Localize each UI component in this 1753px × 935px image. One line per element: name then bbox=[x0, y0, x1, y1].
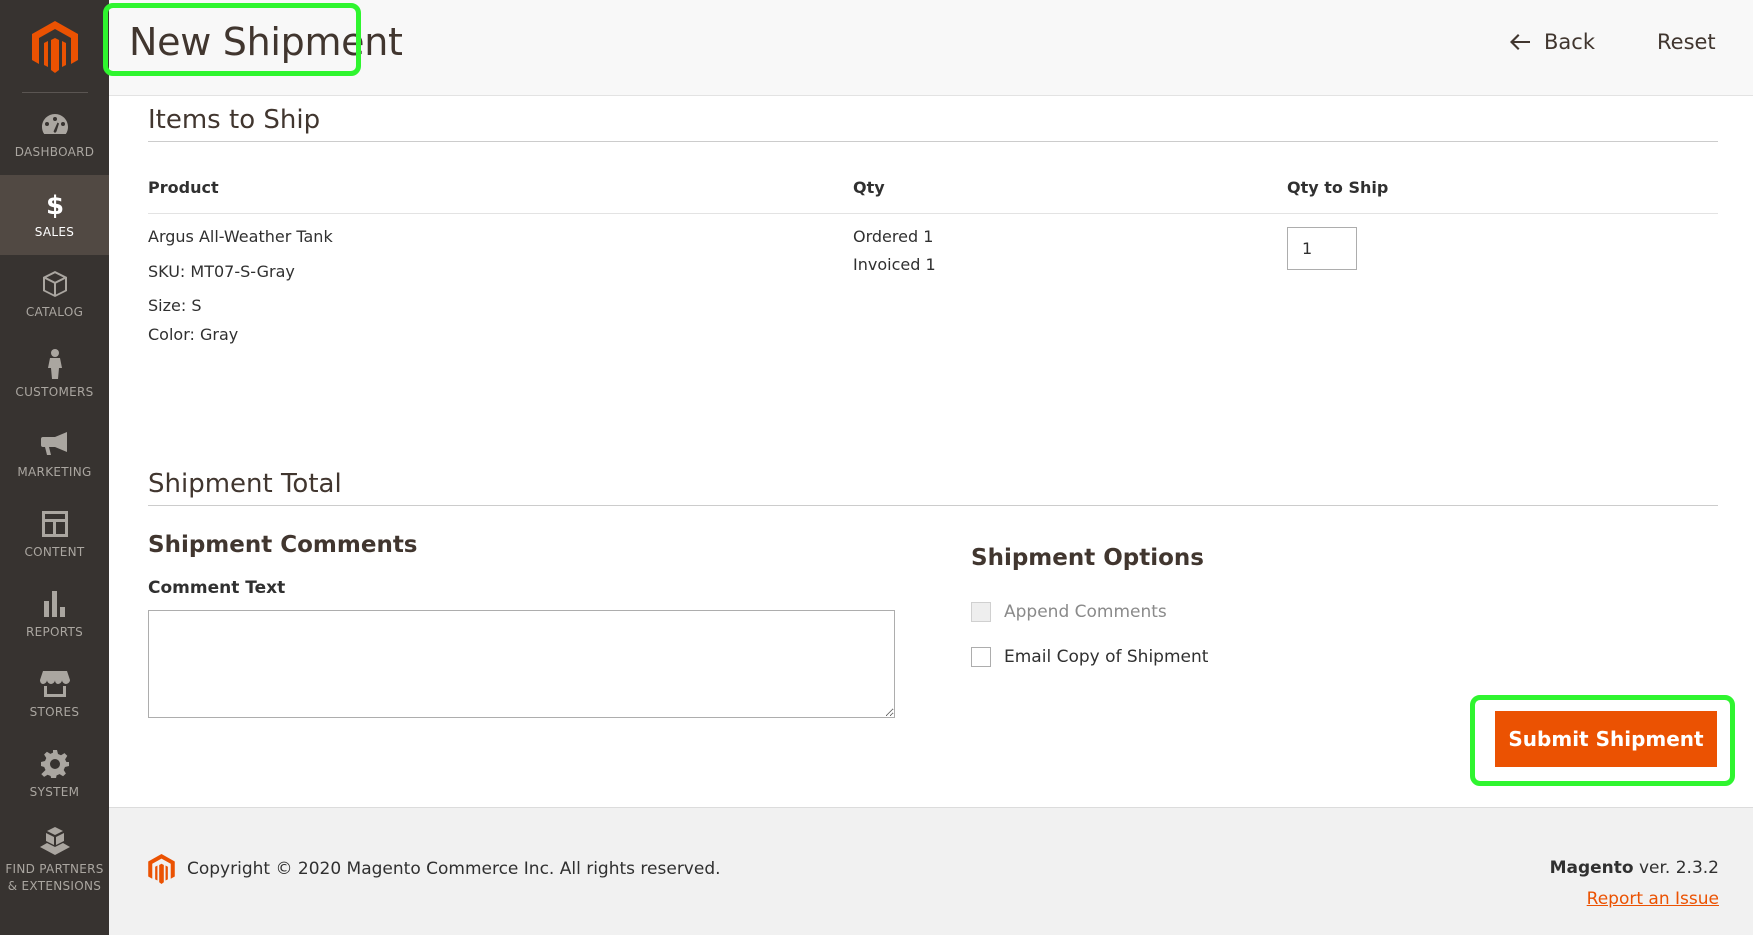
sidebar-item-content[interactable]: CONTENT bbox=[0, 495, 109, 575]
append-comments-checkbox bbox=[971, 602, 991, 622]
sidebar-item-label: CONTENT bbox=[24, 545, 85, 559]
sidebar-item-sales[interactable]: $ SALES bbox=[0, 175, 109, 255]
sidebar-item-dashboard[interactable]: DASHBOARD bbox=[0, 95, 109, 175]
sidebar-item-partners[interactable]: FIND PARTNERS & EXTENSIONS bbox=[0, 815, 109, 905]
version-info: Magento ver. 2.3.2 bbox=[1550, 858, 1719, 878]
sidebar-item-label: CUSTOMERS bbox=[15, 385, 94, 399]
report-issue-link[interactable]: Report an Issue bbox=[1587, 889, 1719, 909]
sidebar-item-label: SALES bbox=[34, 225, 75, 239]
layout-icon bbox=[41, 509, 68, 539]
comment-text-input[interactable] bbox=[148, 610, 895, 718]
sidebar-item-label: DASHBOARD bbox=[14, 145, 95, 159]
person-icon bbox=[47, 349, 63, 379]
product-size: Size: S bbox=[148, 296, 202, 315]
sidebar-item-label: FIND PARTNERS & EXTENSIONS bbox=[5, 861, 104, 893]
page-footer: Copyright © 2020 Magento Commerce Inc. A… bbox=[109, 807, 1753, 935]
shipment-options-title: Shipment Options bbox=[971, 545, 1204, 571]
bar-chart-icon bbox=[42, 589, 68, 619]
submit-shipment-button[interactable]: Submit Shipment bbox=[1495, 711, 1717, 767]
sidebar-item-label: REPORTS bbox=[25, 625, 84, 639]
col-qty: Qty bbox=[853, 178, 885, 197]
back-button[interactable]: Back bbox=[1510, 30, 1595, 54]
sidebar-item-system[interactable]: SYSTEM bbox=[0, 735, 109, 815]
qty-ordered: Ordered 1 bbox=[853, 227, 934, 246]
sidebar-item-catalog[interactable]: CATALOG bbox=[0, 255, 109, 335]
brand-name: Magento bbox=[1549, 858, 1634, 878]
page-header: New Shipment Back Reset bbox=[109, 0, 1753, 96]
product-color: Color: Gray bbox=[148, 325, 239, 344]
megaphone-icon bbox=[40, 429, 69, 459]
box-icon bbox=[42, 269, 67, 299]
sidebar-item-label: MARKETING bbox=[17, 465, 92, 479]
reset-button[interactable]: Reset bbox=[1657, 30, 1716, 54]
magento-logo[interactable] bbox=[0, 0, 109, 94]
dashboard-icon bbox=[41, 109, 69, 139]
svg-text:$: $ bbox=[45, 191, 63, 218]
gear-icon bbox=[40, 749, 69, 779]
page-title: New Shipment bbox=[129, 20, 403, 64]
col-qty-to-ship: Qty to Ship bbox=[1287, 178, 1389, 197]
email-copy-option[interactable]: Email Copy of Shipment bbox=[971, 647, 1208, 667]
product-name: Argus All-Weather Tank bbox=[148, 227, 333, 246]
version-text: ver. 2.3.2 bbox=[1633, 858, 1719, 878]
shipment-comments-title: Shipment Comments bbox=[148, 532, 418, 558]
qty-invoiced: Invoiced 1 bbox=[853, 255, 936, 274]
append-comments-label: Append Comments bbox=[1004, 602, 1167, 622]
append-comments-option: Append Comments bbox=[971, 602, 1167, 622]
footer-copyright: Copyright © 2020 Magento Commerce Inc. A… bbox=[148, 854, 721, 884]
sidebar-item-customers[interactable]: CUSTOMERS bbox=[0, 335, 109, 415]
product-sku: SKU: MT07-S-Gray bbox=[148, 262, 295, 281]
items-to-ship-title: Items to Ship bbox=[148, 105, 1718, 142]
magento-footer-logo-icon bbox=[148, 854, 175, 884]
blocks-icon bbox=[39, 826, 70, 856]
sidebar-item-marketing[interactable]: MARKETING bbox=[0, 415, 109, 495]
logo-divider bbox=[22, 92, 88, 93]
email-copy-label: Email Copy of Shipment bbox=[1004, 647, 1209, 667]
col-product: Product bbox=[148, 178, 219, 197]
sidebar-nav: DASHBOARD $ SALES CATALOG CUSTOMERS MARK… bbox=[0, 95, 109, 905]
back-button-label: Back bbox=[1544, 30, 1595, 54]
email-copy-checkbox[interactable] bbox=[971, 647, 991, 667]
qty-to-ship-input[interactable] bbox=[1287, 227, 1357, 270]
sidebar-item-label: CATALOG bbox=[25, 305, 84, 319]
sidebar-item-reports[interactable]: REPORTS bbox=[0, 575, 109, 655]
admin-sidebar: DASHBOARD $ SALES CATALOG CUSTOMERS MARK… bbox=[0, 0, 109, 935]
copyright-text: Copyright © 2020 Magento Commerce Inc. A… bbox=[187, 859, 721, 879]
arrow-left-icon bbox=[1510, 34, 1530, 50]
items-table-header: Product Qty Qty to Ship bbox=[148, 178, 1718, 214]
magento-logo-icon bbox=[31, 21, 78, 73]
sidebar-item-label: STORES bbox=[29, 705, 80, 719]
shipment-total-title: Shipment Total bbox=[148, 469, 1718, 506]
storefront-icon bbox=[39, 669, 70, 699]
sidebar-item-stores[interactable]: STORES bbox=[0, 655, 109, 735]
dollar-icon: $ bbox=[45, 189, 65, 219]
sidebar-item-label: SYSTEM bbox=[29, 785, 80, 799]
comment-text-label: Comment Text bbox=[148, 578, 286, 598]
